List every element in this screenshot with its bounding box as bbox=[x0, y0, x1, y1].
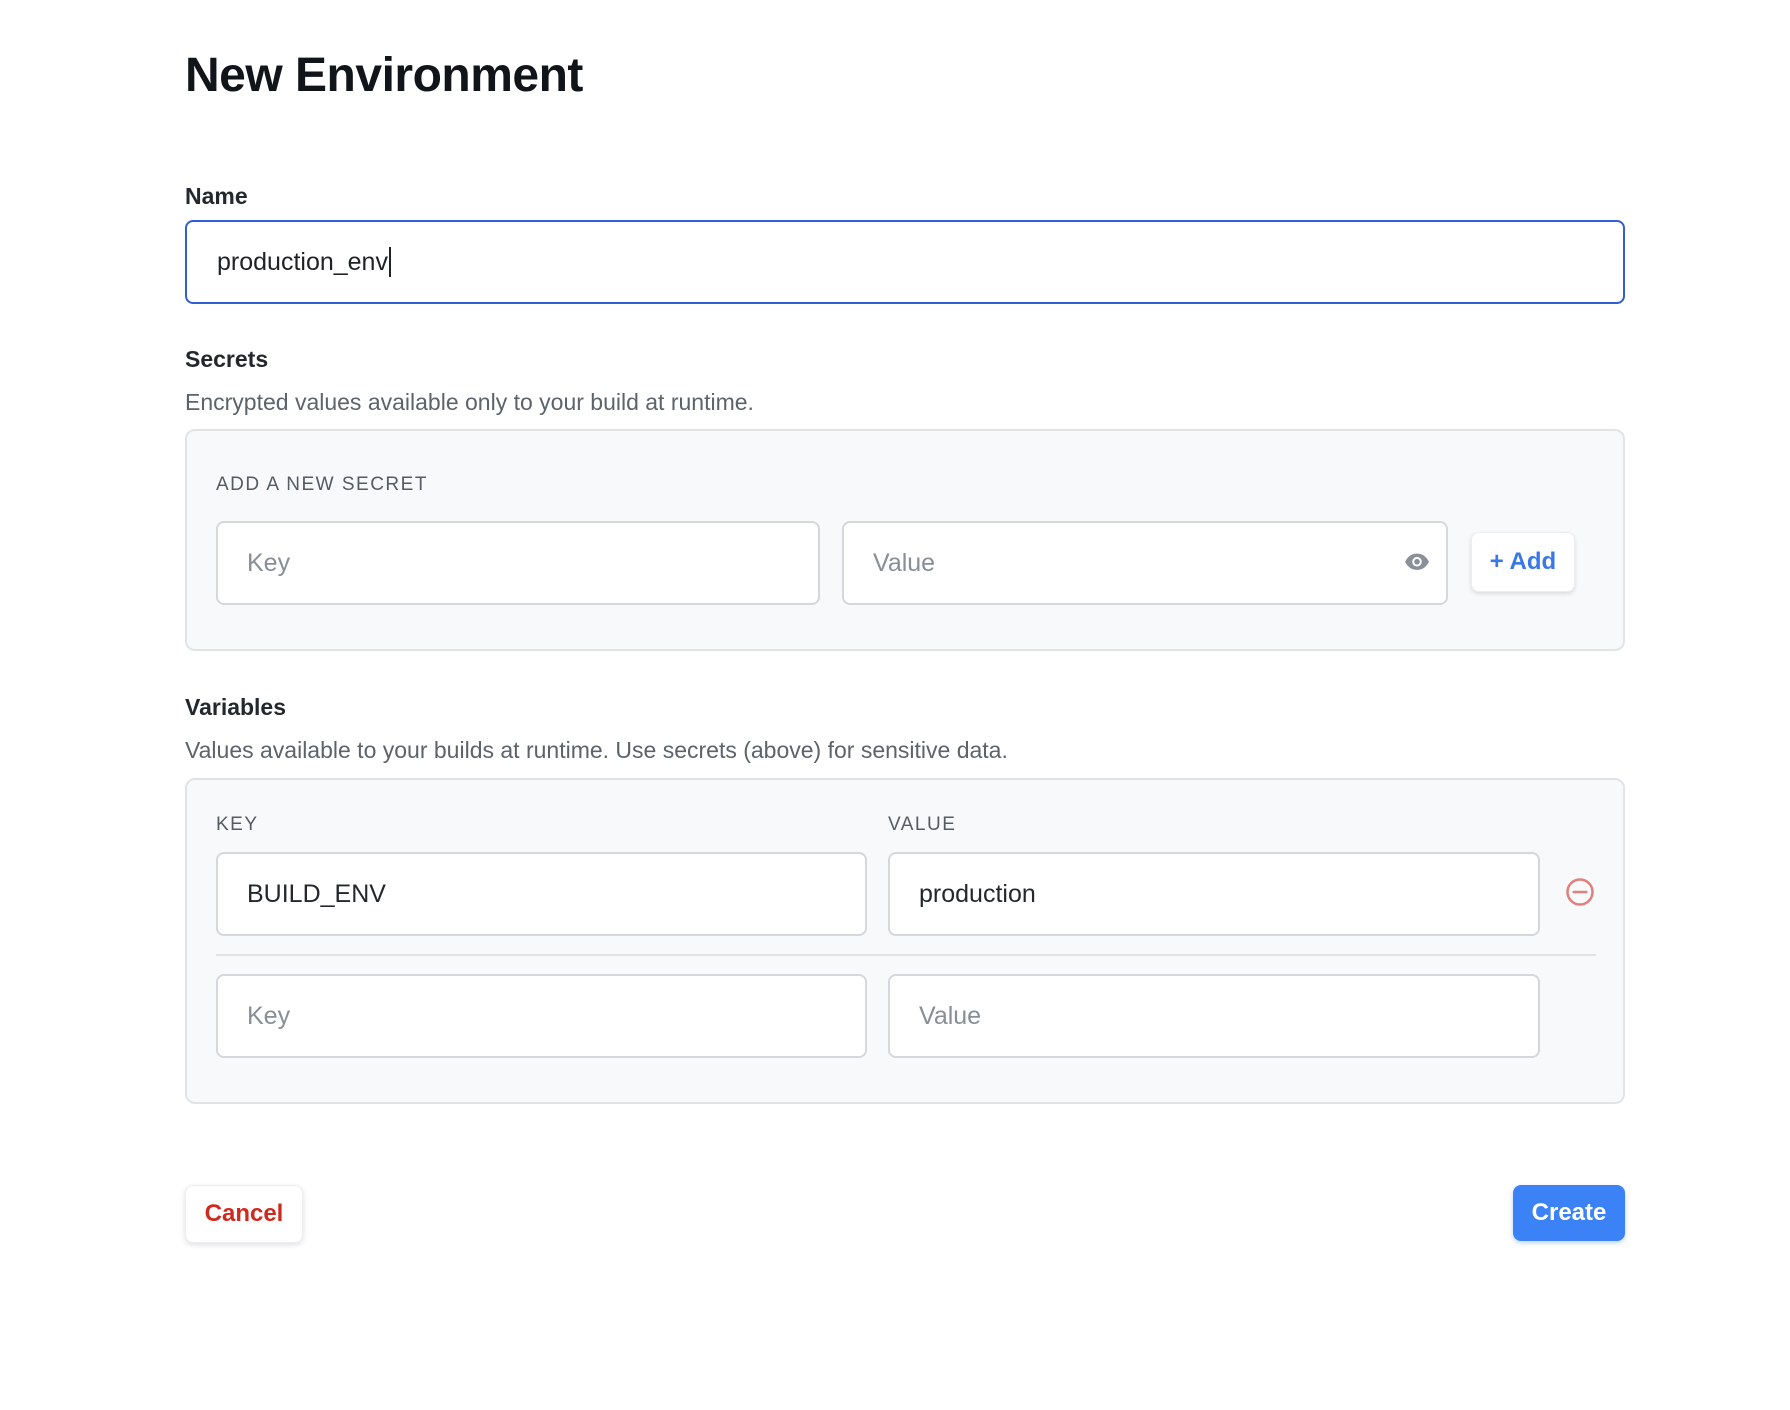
secret-key-placeholder: Key bbox=[247, 548, 291, 577]
variables-description: Values available to your builds at runti… bbox=[185, 737, 1008, 763]
variables-key-header: KEY bbox=[216, 814, 259, 835]
secret-value-placeholder: Value bbox=[873, 548, 936, 577]
eye-icon[interactable] bbox=[1404, 549, 1430, 575]
variables-value-header: VALUE bbox=[888, 814, 957, 835]
row-divider bbox=[216, 954, 1596, 956]
variable-key-input[interactable]: BUILD_ENV bbox=[216, 852, 867, 936]
new-environment-page: New Environment Name production_env Secr… bbox=[0, 0, 1790, 1410]
new-variable-value-placeholder: Value bbox=[919, 1001, 982, 1030]
secret-key-input[interactable]: Key bbox=[216, 521, 820, 605]
create-button[interactable]: Create bbox=[1513, 1185, 1625, 1241]
name-input-value: production_env bbox=[217, 247, 388, 276]
secrets-panel: ADD A NEW SECRET Key Value + Add bbox=[185, 429, 1625, 651]
page-title: New Environment bbox=[185, 49, 583, 102]
new-variable-key-placeholder: Key bbox=[247, 1001, 291, 1030]
add-secret-heading: ADD A NEW SECRET bbox=[216, 474, 428, 495]
variable-key-value: BUILD_ENV bbox=[247, 879, 386, 908]
cancel-button[interactable]: Cancel bbox=[185, 1185, 303, 1243]
secret-value-input[interactable]: Value bbox=[842, 521, 1448, 605]
variable-value-value: production bbox=[919, 879, 1036, 908]
name-input[interactable]: production_env bbox=[185, 220, 1625, 304]
variables-label: Variables bbox=[185, 694, 287, 720]
secrets-label: Secrets bbox=[185, 346, 269, 372]
add-secret-button[interactable]: + Add bbox=[1471, 532, 1575, 592]
new-variable-key-input[interactable]: Key bbox=[216, 974, 867, 1058]
variables-panel: KEY VALUE BUILD_ENV production Key Value bbox=[185, 778, 1625, 1104]
new-variable-value-input[interactable]: Value bbox=[888, 974, 1540, 1058]
secrets-description: Encrypted values available only to your … bbox=[185, 389, 754, 415]
text-caret bbox=[388, 247, 391, 277]
name-label: Name bbox=[185, 183, 248, 209]
minus-circle-icon[interactable] bbox=[1565, 877, 1595, 907]
variable-value-input[interactable]: production bbox=[888, 852, 1540, 936]
